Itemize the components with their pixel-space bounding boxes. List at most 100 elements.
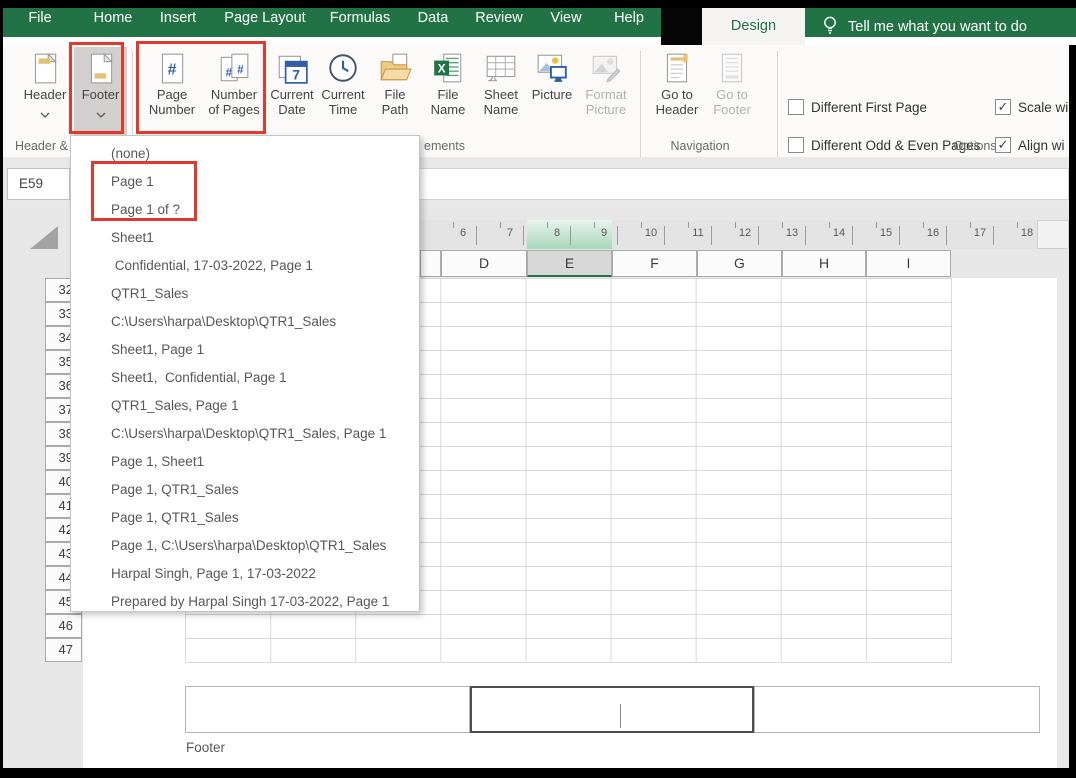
ribbon-button-current-time[interactable]: Current Time: [318, 47, 368, 135]
footer-area-label: Footer: [186, 740, 225, 755]
ruler-half-tick: [1017, 222, 1018, 228]
svg-text:X: X: [438, 62, 446, 75]
ribbon-separator: [777, 51, 778, 171]
go-header-icon: [660, 51, 694, 85]
ruler-half-tick: [641, 222, 642, 228]
frame-bottom: [0, 768, 1076, 778]
ribbon-button-label: File Path: [370, 87, 420, 117]
ribbon-button-file-name[interactable]: X File Name: [422, 47, 474, 135]
row-header-46[interactable]: 46: [45, 614, 82, 638]
excel-window: FileHomeInsertPage LayoutFormulasDataRev…: [0, 0, 1076, 778]
footer-preset-item[interactable]: Confidential, 17-03-2022, Page 1: [71, 252, 419, 280]
ruler-half-tick: [782, 222, 783, 228]
tell-me-box[interactable]: Tell me what you want to do: [805, 8, 1069, 45]
sheet-icon: [484, 51, 518, 85]
column-header-partial[interactable]: [420, 250, 441, 277]
ribbon-button-picture[interactable]: Picture: [528, 47, 576, 135]
group-label-navigation: Navigation: [650, 139, 750, 153]
footer-preset-item[interactable]: Sheet1: [71, 224, 419, 252]
footer-preset-item[interactable]: C:\Users\harpa\Desktop\QTR1_Sales, Page …: [71, 420, 419, 448]
menubar-gap: [661, 8, 702, 45]
checkbox-icon[interactable]: ✓: [995, 99, 1011, 115]
svg-text:7: 7: [292, 67, 300, 83]
footer-section-right[interactable]: [754, 686, 1040, 733]
ribbon-button-go-to-footer: Go to Footer: [706, 47, 758, 135]
select-all-triangle[interactable]: [30, 226, 58, 249]
ruler: [410, 220, 1037, 249]
group-label-elements: ements: [424, 139, 465, 153]
ruler-tick: [758, 226, 759, 245]
ruler-half-tick: [594, 222, 595, 228]
ribbon-button-file-path[interactable]: File Path: [370, 47, 420, 135]
footer-preset-item[interactable]: Harpal Singh, Page 1, 17-03-2022: [71, 560, 419, 588]
ribbon-button-label: Sheet Name: [475, 87, 527, 117]
ribbon-button-label: File Name: [422, 87, 474, 117]
ruler-number: 12: [739, 227, 751, 239]
column-header-d[interactable]: D: [441, 250, 527, 277]
footer-preset-item[interactable]: Sheet1, Confidential, Page 1: [71, 364, 419, 392]
annotation-box-page1-presets: [91, 161, 197, 221]
footer-section-left[interactable]: [185, 686, 470, 733]
tab-design[interactable]: Design: [702, 8, 805, 45]
footer-preset-item[interactable]: Page 1, C:\Users\harpa\Desktop\QTR1_Sale…: [71, 532, 419, 560]
ruler-tick: [899, 226, 900, 245]
ruler-tick: [711, 226, 712, 245]
ruler-half-tick: [547, 222, 548, 228]
ruler-number: 14: [833, 227, 845, 239]
ribbon-button-go-to-header[interactable]: Go to Header: [650, 47, 704, 135]
row-header-47[interactable]: 47: [45, 638, 82, 662]
header-icon: [28, 51, 62, 85]
excel-file-icon: X: [431, 51, 465, 85]
ribbon-button-label: Go to Header: [650, 87, 704, 117]
ruler-number: 7: [507, 227, 513, 239]
ruler-half-tick: [735, 222, 736, 228]
ruler-tick: [993, 226, 994, 245]
ribbon-button-current-date[interactable]: 7 Current Date: [267, 47, 317, 135]
ruler-number: 18: [1021, 227, 1033, 239]
chevron-down-icon: [40, 105, 50, 111]
ribbon-button-label: Format Picture: [577, 87, 635, 117]
ruler-tick: [946, 226, 947, 245]
column-header-e[interactable]: E: [527, 250, 612, 277]
ruler-tick: [664, 226, 665, 245]
group-label-header-footer: Header &: [15, 139, 68, 153]
cell-name-box[interactable]: E59: [7, 168, 70, 200]
column-header-g[interactable]: G: [697, 250, 782, 277]
ruler-tick: [570, 226, 571, 245]
ribbon-button-sheet-name[interactable]: Sheet Name: [475, 47, 527, 135]
footer-preset-item[interactable]: Prepared by Harpal Singh 17-03-2022, Pag…: [71, 588, 419, 616]
footer-preset-item[interactable]: QTR1_Sales, Page 1: [71, 392, 419, 420]
column-header-f[interactable]: F: [612, 250, 697, 277]
column-header-h[interactable]: H: [782, 250, 866, 277]
ribbon-button-label: Header: [17, 87, 73, 102]
footer-preset-item[interactable]: C:\Users\harpa\Desktop\QTR1_Sales: [71, 308, 419, 336]
format-picture-icon: [589, 51, 623, 85]
ribbon-button-header[interactable]: Header: [17, 47, 73, 135]
text-cursor: [620, 704, 621, 728]
footer-preset-item[interactable]: QTR1_Sales: [71, 280, 419, 308]
go-footer-icon: [715, 51, 749, 85]
ruler-half-tick: [876, 222, 877, 228]
ruler-tick: [476, 226, 477, 245]
checkbox-scale-wi[interactable]: ✓ Scale wi: [995, 99, 1068, 115]
ruler-half-tick: [970, 222, 971, 228]
ruler-number: 13: [786, 227, 798, 239]
footer-preset-item[interactable]: Sheet1, Page 1: [71, 336, 419, 364]
checkbox-icon[interactable]: [788, 137, 804, 153]
checkbox-label: Scale wi: [1018, 100, 1068, 115]
footer-preset-item[interactable]: Page 1, QTR1_Sales: [71, 504, 419, 532]
ribbon-separator: [640, 51, 641, 171]
tell-me-text: Tell me what you want to do: [848, 19, 1027, 35]
checkbox-different-first-page[interactable]: Different First Page: [788, 99, 927, 115]
folder-icon: [378, 51, 412, 85]
annotation-box-page-number-buttons: [136, 41, 266, 134]
column-header-i[interactable]: I: [866, 250, 951, 277]
footer-preset-item[interactable]: Page 1, Sheet1: [71, 448, 419, 476]
checkbox-icon[interactable]: [788, 99, 804, 115]
footer-section-center[interactable]: [470, 686, 754, 733]
annotation-box-footer-button: [69, 42, 124, 134]
ribbon-button-label: Current Date: [267, 87, 317, 117]
footer-preset-item[interactable]: Page 1, QTR1_Sales: [71, 476, 419, 504]
lightbulb-icon: [821, 15, 839, 39]
clock-icon: [326, 51, 360, 85]
